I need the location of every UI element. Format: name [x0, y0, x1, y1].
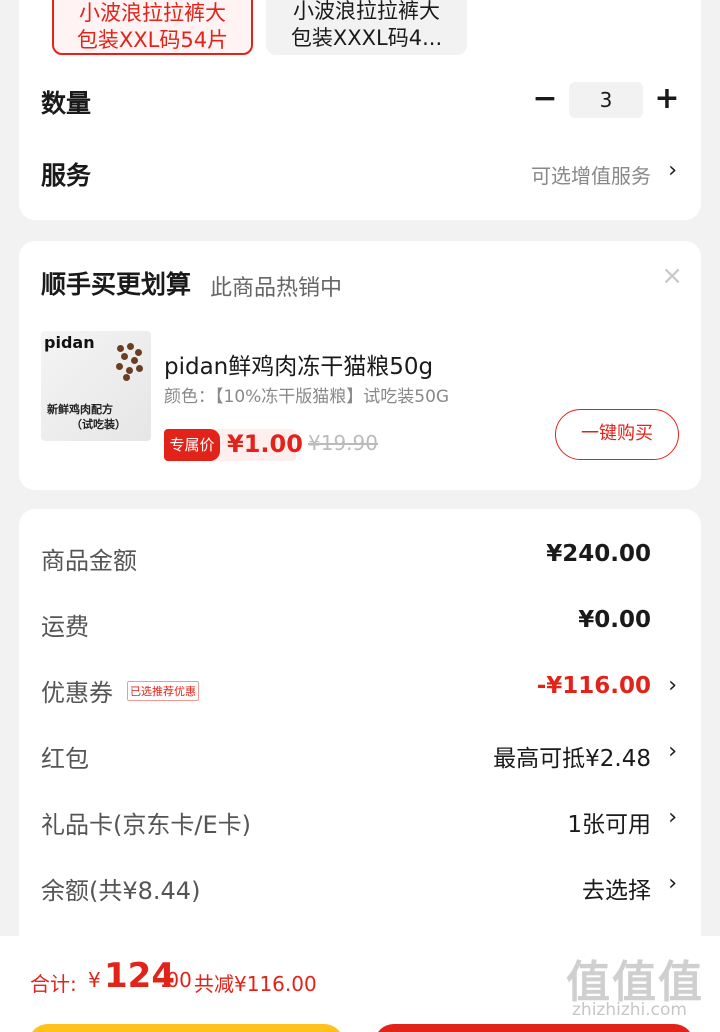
- variant-line2: 包装XXL码54片: [76, 28, 229, 52]
- goods-amount-label: 商品金额: [41, 547, 137, 575]
- close-icon[interactable]: ×: [661, 261, 683, 291]
- coupon-label: 优惠券: [41, 679, 113, 707]
- service-label: 服务: [41, 161, 92, 190]
- product-thumbnail[interactable]: pidan 新鲜鸡肉配方 （试吃装）: [41, 331, 151, 441]
- variant-line1: 小波浪拉拉裤大: [293, 0, 440, 23]
- gift-card-row[interactable]: 礼品卡(京东卡/E卡) 1张可用 ›: [19, 803, 701, 843]
- exclusive-price: ¥1.00: [227, 430, 303, 458]
- total-saved: 共减¥116.00: [194, 972, 317, 996]
- checkout-bar: 合计: ¥ 124 .00 共减¥116.00 值值值 zhizhizhi.co…: [0, 936, 720, 1032]
- quantity-label: 数量: [41, 89, 92, 118]
- red-packet-value[interactable]: 最高可抵¥2.48: [493, 739, 651, 773]
- spec-card: 小波浪拉拉裤大 包装XXL码54片 小波浪拉拉裤大 包装XXXL码4... 数量…: [19, 0, 701, 220]
- goods-amount-value: ¥240.00: [546, 541, 651, 567]
- chevron-right-icon[interactable]: ›: [668, 673, 677, 698]
- shipping-label: 运费: [41, 613, 89, 641]
- chevron-right-icon[interactable]: ›: [668, 805, 677, 830]
- recommend-title: 顺手买更划算: [41, 270, 192, 299]
- chevron-right-icon[interactable]: ›: [668, 871, 677, 896]
- red-packet-label: 红包: [41, 745, 89, 773]
- kibble-graphic: [113, 341, 143, 381]
- service-value[interactable]: 可选增值服务: [531, 160, 651, 189]
- product-name[interactable]: pidan鲜鸡肉冻干猫粮50g: [164, 347, 433, 381]
- submit-order-button[interactable]: [374, 1024, 694, 1032]
- gift-card-value[interactable]: 1张可用: [567, 805, 651, 839]
- exclusive-price-tag: 专属价 ¥1.00: [164, 429, 303, 461]
- amount-summary-card: 商品金额 ¥240.00 运费 ¥0.00 优惠券 已选推荐优惠 -¥116.0…: [19, 509, 701, 989]
- recommend-subtitle: 此商品热销中: [210, 276, 343, 301]
- original-price: ¥19.90: [308, 431, 378, 455]
- shipping-row: 运费 ¥0.00: [19, 605, 701, 645]
- exclusive-price-label: 专属价: [164, 429, 220, 461]
- total-currency: ¥: [88, 968, 101, 992]
- watermark-url: zhizhizhi.com: [572, 1000, 687, 1020]
- variant-option-xxxl[interactable]: 小波浪拉拉裤大 包装XXXL码4...: [266, 0, 467, 55]
- coupon-recommended-badge: 已选推荐优惠: [127, 681, 199, 701]
- coupon-row[interactable]: 优惠券 已选推荐优惠 -¥116.00 ›: [19, 671, 701, 711]
- chevron-right-icon[interactable]: ›: [668, 158, 677, 183]
- secondary-action-button[interactable]: [28, 1024, 344, 1032]
- balance-label: 余额(共¥8.44): [41, 877, 201, 905]
- gift-card-label: 礼品卡(京东卡/E卡): [41, 811, 251, 839]
- recommend-card: 顺手买更划算 此商品热销中 × pidan 新鲜鸡肉配方 （试吃装） pidan…: [19, 241, 701, 490]
- total-label: 合计:: [30, 972, 77, 996]
- total-amount-decimal: .00: [160, 968, 192, 992]
- thumbnail-caption: 新鲜鸡肉配方: [47, 403, 113, 416]
- variant-line2: 包装XXXL码4...: [290, 26, 443, 50]
- quantity-plus-button[interactable]: +: [651, 84, 683, 116]
- coupon-value[interactable]: -¥116.00: [537, 673, 651, 699]
- shipping-value: ¥0.00: [578, 607, 651, 633]
- balance-row[interactable]: 余额(共¥8.44) 去选择 ›: [19, 869, 701, 909]
- variant-option-xxl[interactable]: 小波浪拉拉裤大 包装XXL码54片: [52, 0, 253, 55]
- thumbnail-brand: pidan: [44, 333, 95, 352]
- variant-line1: 小波浪拉拉裤大: [79, 1, 226, 25]
- thumbnail-caption-sub: （试吃装）: [71, 418, 126, 431]
- balance-value[interactable]: 去选择: [582, 871, 651, 905]
- quantity-minus-button[interactable]: −: [529, 84, 561, 116]
- goods-amount-row: 商品金额 ¥240.00: [19, 539, 701, 579]
- product-spec: 颜色：【10%冻干版猫粮】试吃装50G: [164, 387, 450, 407]
- one-click-buy-button[interactable]: 一键购买: [555, 409, 679, 460]
- quantity-input[interactable]: 3: [569, 82, 643, 118]
- chevron-right-icon[interactable]: ›: [668, 739, 677, 764]
- red-packet-row[interactable]: 红包 最高可抵¥2.48 ›: [19, 737, 701, 777]
